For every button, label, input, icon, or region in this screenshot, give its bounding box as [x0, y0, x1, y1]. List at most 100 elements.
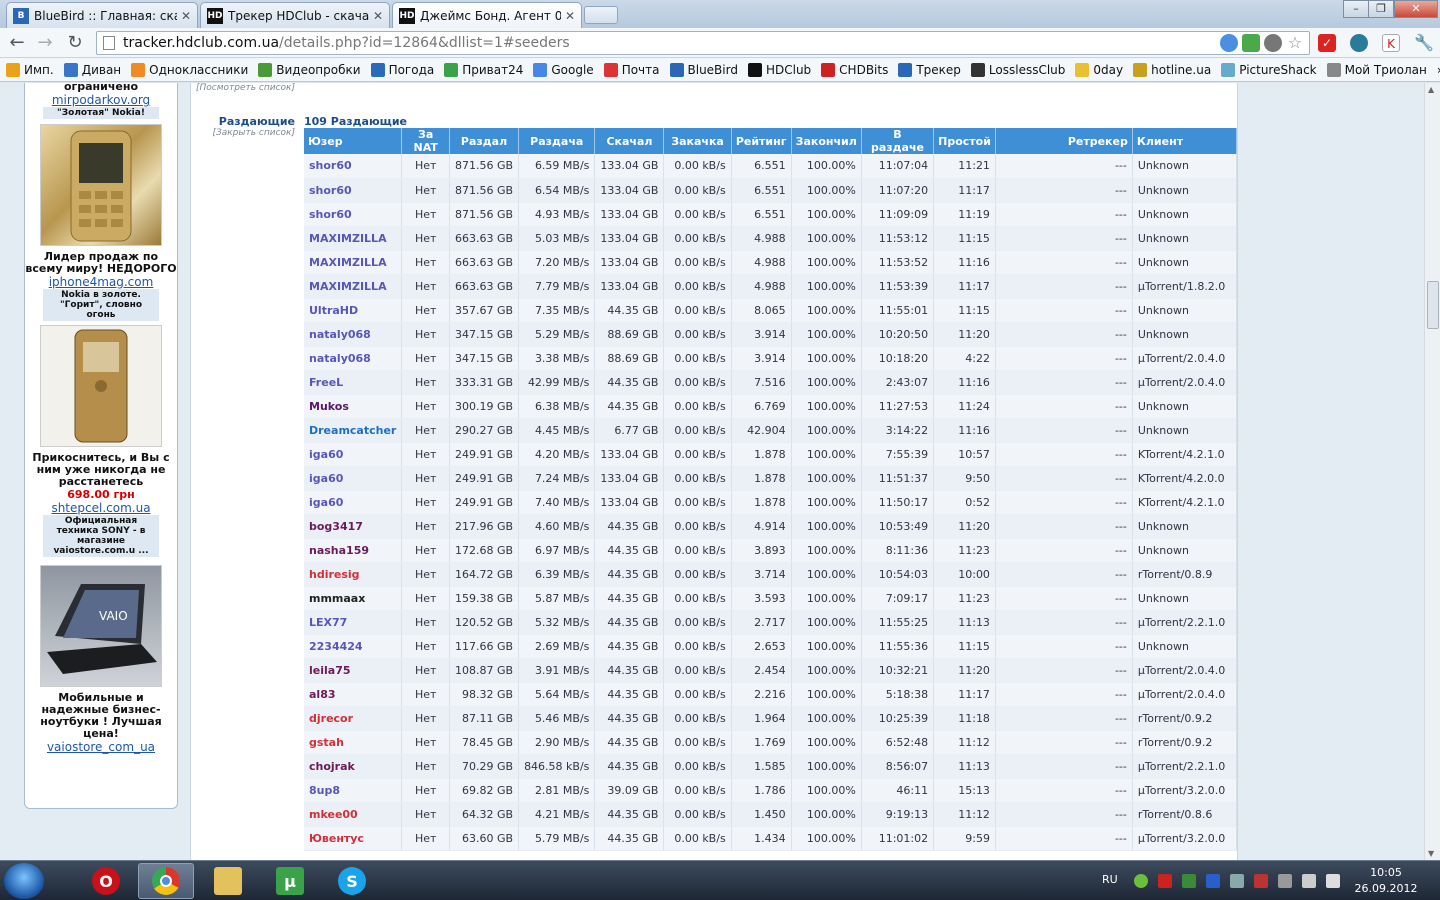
user-cell[interactable]: mkee00	[304, 802, 403, 827]
user-cell[interactable]: MAXIMZILLA	[304, 274, 403, 299]
bookmark-item[interactable]: Видеопробки	[258, 62, 361, 77]
tab-close-icon[interactable]: ✕	[565, 9, 575, 23]
user-cell[interactable]: Dreamcatcher	[304, 418, 403, 443]
user-cell[interactable]: 8up8	[304, 778, 403, 803]
user-cell[interactable]: MAXIMZILLA	[304, 250, 403, 275]
view-list-link[interactable]: [Посмотреть список]	[193, 83, 295, 93]
user-cell[interactable]: Ювентус	[304, 826, 403, 851]
maximize-button[interactable]: ❐	[1368, 0, 1394, 18]
language-indicator[interactable]: RU	[1102, 873, 1118, 886]
tray-kaspersky-icon[interactable]	[1158, 874, 1172, 888]
tab-close-icon[interactable]: ✕	[373, 9, 383, 23]
bookmark-item[interactable]: Имп.	[6, 62, 54, 77]
user-cell[interactable]: nasha159	[304, 538, 403, 563]
scroll-up-icon[interactable]: ▲	[1428, 85, 1434, 94]
ad-link-iphone4mag[interactable]: iphone4mag.com	[25, 275, 177, 289]
tray-network-icon[interactable]	[1278, 874, 1292, 888]
utorrent-taskbar-button[interactable]: µ	[262, 863, 318, 899]
user-cell[interactable]: al83	[304, 682, 403, 707]
tray-green-icon[interactable]	[1134, 874, 1148, 888]
bookmark-item[interactable]: Приват24	[444, 62, 523, 77]
tab-hdclub[interactable]: HD Трекер HDClub - скачать ✕	[200, 2, 390, 28]
user-cell[interactable]: gstah	[304, 730, 403, 755]
tray-app-icon[interactable]	[1230, 874, 1244, 888]
bookmark-item[interactable]: Google	[533, 62, 594, 77]
user-cell[interactable]: djrecor	[304, 706, 403, 731]
user-cell[interactable]: FreeL	[304, 370, 403, 395]
user-cell[interactable]: leila75	[304, 658, 403, 683]
new-tab-button[interactable]	[584, 6, 618, 24]
close-window-button[interactable]: ✕	[1394, 0, 1438, 18]
column-header[interactable]: Закачка	[663, 128, 732, 154]
ad-link-mirpodarkov[interactable]: mirpodarkov.org	[25, 93, 177, 107]
tab-james-bond[interactable]: HD Джеймс Бонд. Агент 007: ✕	[392, 2, 582, 28]
user-cell[interactable]: 2234424	[304, 634, 403, 659]
bluetooth-icon[interactable]	[1206, 874, 1220, 888]
column-header[interactable]: В раздаче	[861, 128, 935, 154]
bookmark-item[interactable]: hotline.ua	[1133, 62, 1211, 77]
tray-flag-icon[interactable]	[1254, 874, 1268, 888]
user-cell[interactable]: hdiresig	[304, 562, 403, 587]
user-cell[interactable]: mmmaax	[304, 586, 403, 611]
bookmark-item[interactable]: CHDBits	[821, 62, 888, 77]
tray-monitor-icon[interactable]	[1302, 874, 1316, 888]
k-extension-icon[interactable]: K	[1382, 34, 1400, 52]
user-cell[interactable]: MAXIMZILLA	[304, 226, 403, 251]
bookmark-item[interactable]: BlueBird	[669, 62, 738, 77]
user-cell[interactable]: UltraHD	[304, 298, 403, 323]
column-header[interactable]: Раздал	[449, 128, 520, 154]
scroll-down-icon[interactable]: ▼	[1428, 849, 1434, 858]
column-header[interactable]: Юзер	[304, 128, 403, 154]
wrench-icon[interactable]: 🔧	[1414, 34, 1434, 52]
column-header[interactable]: Рейтинг	[731, 128, 792, 154]
user-cell[interactable]: Mukos	[304, 394, 403, 419]
minimize-button[interactable]: –	[1343, 0, 1369, 18]
user-cell[interactable]: nataly068	[304, 346, 403, 371]
column-header[interactable]: Клиент	[1132, 128, 1238, 154]
bookmark-item[interactable]: LosslessClub	[970, 62, 1065, 77]
ad-link-shtepcel[interactable]: shtepcel.com.ua	[25, 501, 177, 515]
skype-taskbar-button[interactable]: S	[324, 863, 380, 899]
close-list-link[interactable]: [Закрыть список]	[193, 128, 295, 138]
user-cell[interactable]: shor60	[304, 178, 403, 203]
bookmark-item[interactable]: Мой Триолан	[1326, 62, 1427, 77]
forward-icon[interactable]: →	[34, 32, 56, 54]
extension-icon[interactable]	[1242, 34, 1260, 52]
translate-icon[interactable]	[1220, 34, 1238, 52]
vaio-laptop-image[interactable]: VAIO	[40, 565, 162, 687]
reload-icon[interactable]: ↻	[64, 32, 86, 54]
nokia-gold-image[interactable]	[40, 124, 162, 246]
page-scrollbar[interactable]: ▲ ▼	[1424, 83, 1440, 860]
user-cell[interactable]: iga60	[304, 490, 403, 515]
tray-utorrent-icon[interactable]	[1182, 874, 1196, 888]
tab-bluebird[interactable]: B BlueBird :: Главная: скачат ✕	[6, 2, 198, 28]
scrollbar-thumb[interactable]	[1427, 281, 1439, 329]
bookmark-item[interactable]: Диван	[63, 62, 121, 77]
user-cell[interactable]: shor60	[304, 154, 403, 179]
globe-icon[interactable]	[1350, 34, 1368, 52]
user-cell[interactable]: iga60	[304, 466, 403, 491]
column-header[interactable]: Простой	[933, 128, 996, 154]
user-cell[interactable]: LEX77	[304, 610, 403, 635]
user-cell[interactable]: nataly068	[304, 322, 403, 347]
nokia-phone-image[interactable]	[40, 325, 162, 447]
address-bar[interactable]: tracker.hdclub.com.ua/details.php?id=128…	[96, 31, 1310, 55]
bookmark-item[interactable]: Трекер	[898, 62, 961, 77]
opera-taskbar-button[interactable]: O	[78, 863, 134, 899]
star-icon[interactable]: ☆	[1286, 34, 1304, 52]
column-header[interactable]: Скачал	[594, 128, 665, 154]
column-header[interactable]: За NAT	[401, 128, 450, 154]
lightbulb-icon[interactable]	[1264, 34, 1282, 52]
back-icon[interactable]: ←	[6, 32, 28, 54]
kaspersky-icon[interactable]: ✓	[1318, 34, 1336, 52]
user-cell[interactable]: chojrak	[304, 754, 403, 779]
bookmark-item[interactable]: Погода	[370, 62, 434, 77]
user-cell[interactable]: bog3417	[304, 514, 403, 539]
bookmark-item[interactable]: Почта	[603, 62, 660, 77]
ad-link-vaiostore[interactable]: vaiostore_com_ua	[25, 740, 177, 754]
column-header[interactable]: Закончил	[791, 128, 862, 154]
tab-close-icon[interactable]: ✕	[181, 9, 191, 23]
volume-icon[interactable]	[1326, 874, 1340, 888]
user-cell[interactable]: shor60	[304, 202, 403, 227]
bookmark-item[interactable]: PictureShack	[1221, 62, 1317, 77]
